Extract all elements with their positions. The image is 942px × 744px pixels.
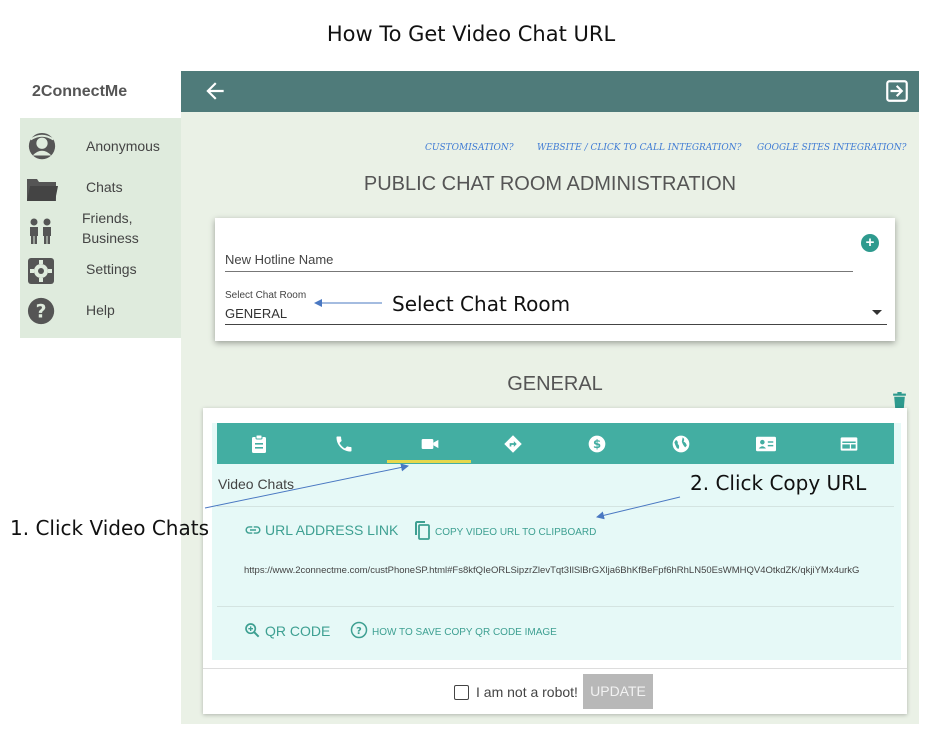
divider: [203, 668, 907, 669]
hotline-name-field[interactable]: New Hotline Name: [225, 252, 333, 267]
tab-video-chats[interactable]: [387, 423, 471, 464]
website-integration-link[interactable]: WEBSITE / CLICK TO CALL INTEGRATION?: [537, 143, 741, 153]
annotation-select-chat-room: Select Chat Room: [392, 292, 571, 316]
sidebar-item-label: Anonymous: [86, 138, 160, 154]
dollar-icon: $: [588, 435, 606, 453]
copy-icon: [415, 521, 430, 540]
not-robot-label: I am not a robot!: [476, 684, 578, 700]
link-icon: [245, 526, 261, 534]
annotation-click-copy-url: 2. Click Copy URL: [690, 471, 867, 495]
sidebar-item-friends-business[interactable]: Friends, Business: [20, 208, 181, 250]
not-robot-checkbox[interactable]: [454, 685, 469, 700]
divider: [217, 506, 894, 507]
contact-card-icon: [756, 436, 776, 452]
copy-video-url-label: COPY VIDEO URL TO CLIPBOARD: [435, 527, 597, 538]
tab-web-widget[interactable]: [806, 423, 890, 464]
help-circle-icon: ?: [350, 621, 368, 639]
sidebar-item-label: Help: [86, 302, 115, 318]
folder-icon: [27, 179, 58, 201]
arrow-left-icon[interactable]: [202, 78, 228, 104]
section-label: Video Chats: [218, 476, 295, 492]
annotation-click-video-chats: 1. Click Video Chats: [10, 516, 210, 540]
chevron-down-icon[interactable]: [872, 310, 882, 315]
hotline-name-underline: [225, 271, 853, 272]
directions-icon: [504, 435, 522, 453]
sidebar-item-anonymous[interactable]: Anonymous: [20, 128, 181, 164]
tab-directions[interactable]: [470, 423, 554, 464]
phone-icon: [336, 436, 352, 452]
tab-payment[interactable]: $: [554, 423, 638, 464]
sidebar-item-settings[interactable]: Settings: [20, 252, 181, 288]
anonymous-avatar-icon: [28, 132, 56, 160]
tab-website[interactable]: [638, 423, 722, 464]
channel-tab-bar: $: [217, 423, 894, 464]
help-icon: ?: [27, 297, 55, 325]
hotline-form-card: [215, 218, 895, 341]
svg-text:?: ?: [356, 626, 362, 637]
url-address-link-label: URL ADDRESS LINK: [265, 522, 399, 538]
select-underline: [225, 324, 887, 325]
how-to-save-qr-link[interactable]: ? HOW TO SAVE COPY QR CODE IMAGE: [350, 621, 557, 639]
tab-clipboard[interactable]: [217, 423, 301, 464]
divider: [217, 606, 894, 607]
sidebar-item-label-line2: Business: [82, 230, 139, 246]
app-brand: 2ConnectMe: [32, 83, 128, 100]
google-sites-link[interactable]: GOOGLE SITES INTEGRATION?: [757, 143, 906, 153]
svg-text:?: ?: [36, 302, 47, 323]
qr-code-label: QR CODE: [265, 623, 331, 639]
qr-code-button[interactable]: QR CODE: [244, 622, 330, 639]
select-chat-room-label: Select Chat Room: [225, 290, 307, 301]
web-window-icon: [840, 437, 858, 451]
sidebar-item-label: Chats: [86, 179, 123, 195]
sidebar: Anonymous Chats Friends, Business Settin…: [20, 118, 181, 338]
video-chat-url: https://www.2connectme.com/custPhoneSP.h…: [244, 565, 860, 576]
sidebar-item-chats[interactable]: Chats: [20, 170, 181, 206]
exit-icon[interactable]: [884, 78, 910, 104]
page-title: PUBLIC CHAT ROOM ADMINISTRATION: [363, 173, 737, 195]
videocam-icon: [421, 439, 439, 449]
how-to-save-label: HOW TO SAVE COPY QR CODE IMAGE: [372, 627, 557, 638]
add-hotline-button[interactable]: +: [861, 234, 879, 252]
update-button[interactable]: UPDATE: [583, 674, 653, 709]
clipboard-icon: [252, 434, 266, 453]
gear-icon: [28, 258, 54, 284]
chat-room-select[interactable]: GENERAL: [225, 306, 287, 321]
sidebar-item-label: Settings: [86, 261, 137, 277]
svg-text:$: $: [593, 437, 601, 451]
active-tab-indicator: [387, 460, 471, 463]
sidebar-item-help[interactable]: ? Help: [20, 292, 181, 328]
customisation-link[interactable]: CUSTOMISATION?: [425, 143, 514, 153]
url-address-link[interactable]: URL ADDRESS LINK: [244, 522, 398, 538]
top-app-bar: [181, 71, 919, 112]
zoom-in-icon: [245, 623, 260, 638]
globe-icon: [672, 435, 690, 453]
people-icon: [30, 218, 51, 244]
tab-phone[interactable]: [301, 423, 385, 464]
trash-icon[interactable]: [892, 392, 907, 409]
tab-contact-card[interactable]: [722, 423, 806, 464]
sidebar-item-label-line1: Friends,: [82, 210, 133, 226]
slide-title: How To Get Video Chat URL: [326, 22, 616, 46]
room-title: GENERAL: [507, 373, 603, 395]
copy-video-url-button[interactable]: COPY VIDEO URL TO CLIPBOARD: [414, 520, 596, 540]
